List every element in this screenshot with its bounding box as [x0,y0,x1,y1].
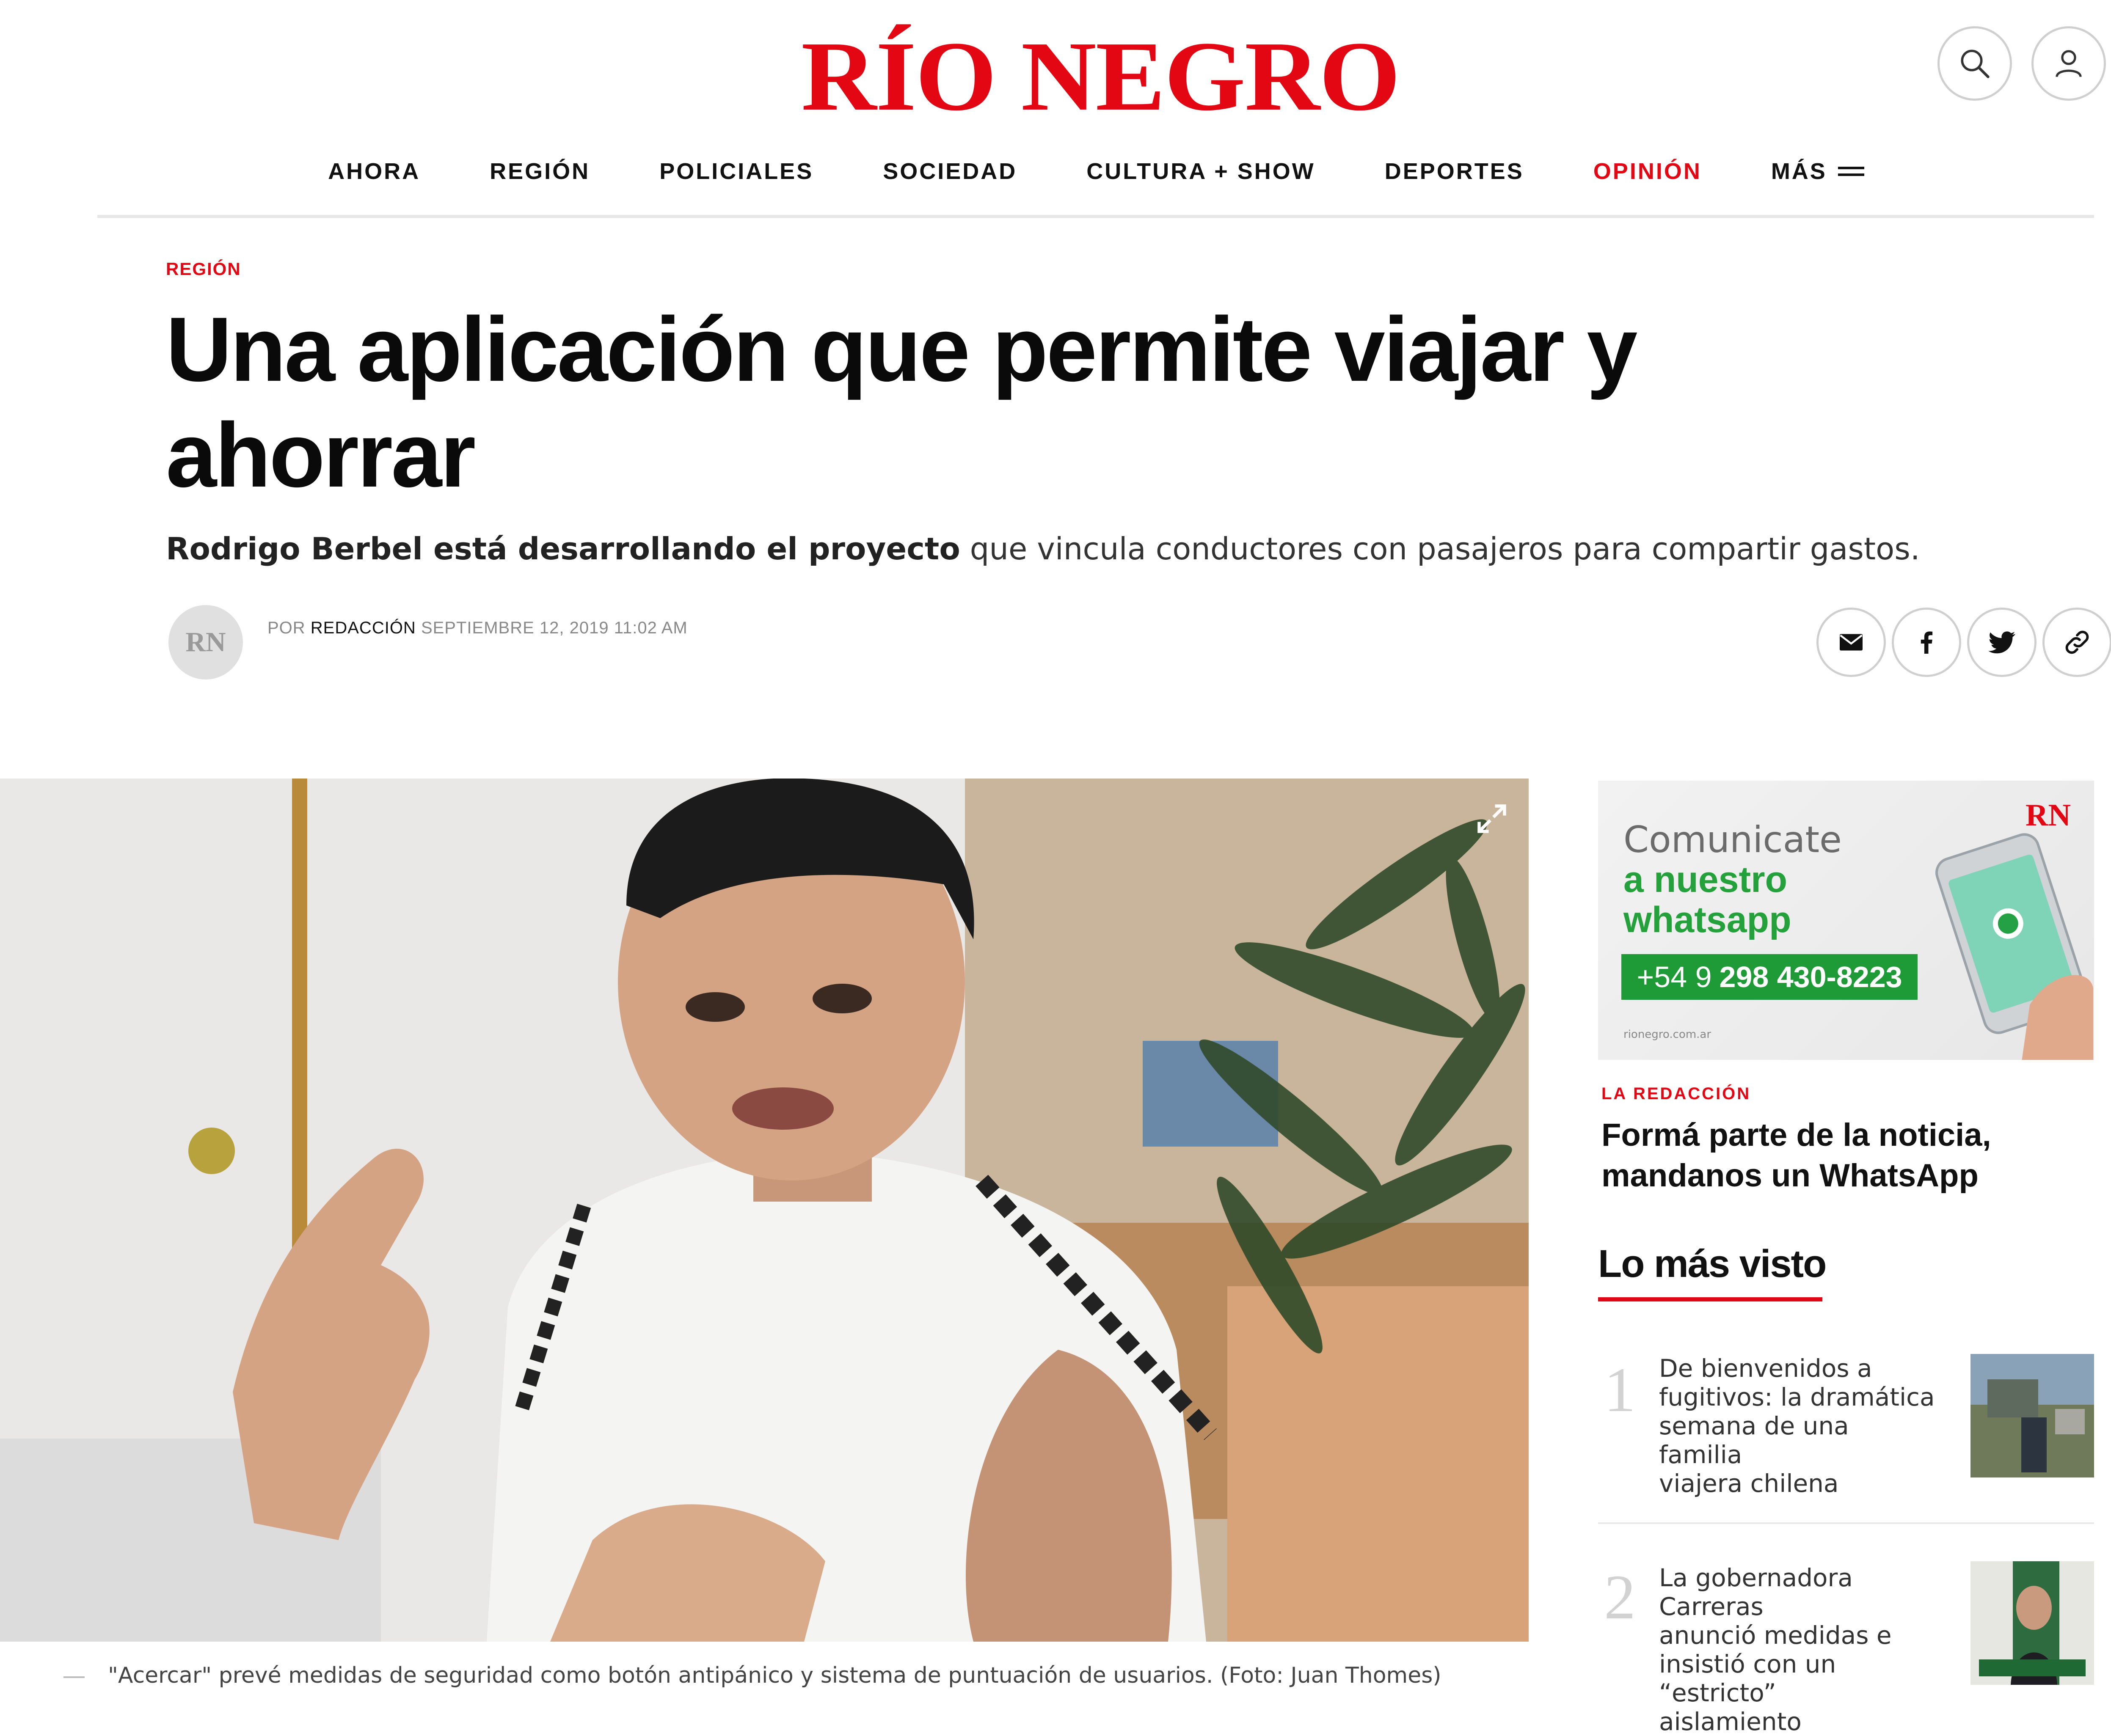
nav-item-mas-label: MÁS [1771,159,1827,184]
publish-date: SEPTIEMBRE 12, 2019 11:02 AM [416,619,688,637]
article-subtitle: Rodrigo Berbel está desarrollando el pro… [166,531,1986,567]
most-viewed-1-line1: De bienvenidos a [1659,1354,1872,1383]
nav-item-deportes[interactable]: DEPORTES [1350,158,1559,184]
subtitle-rest: que vincula conductores con pasajeros pa… [960,531,1920,567]
nav-item-policiales[interactable]: POLICIALES [625,158,848,184]
main-nav: AHORA REGIÓN POLICIALES SOCIEDAD CULTURA… [97,146,2095,197]
most-viewed-rank: 1 [1604,1355,1636,1425]
most-viewed-thumbnail[interactable] [1970,1354,2094,1477]
nav-item-mas[interactable]: MÁS [1736,158,1899,184]
search-button[interactable] [1937,26,2012,101]
share-twitter-button[interactable] [1967,608,2037,677]
ad-line2: a nuestro [1623,859,1788,900]
ad-phone-main: 298 430-8223 [1719,960,1902,993]
nav-item-cultura-show[interactable]: CULTURA + SHOW [1052,158,1350,184]
image-caption: "Acercar" prevé medidas de seguridad com… [108,1663,1441,1688]
promo-headline-line2: mandanos un WhatsApp [1601,1158,1979,1194]
most-viewed-2-line1: La gobernadora Carreras [1659,1563,1853,1621]
most-viewed-underline [1598,1297,1822,1301]
subtitle-bold: Rodrigo Berbel está desarrollando el pro… [166,531,960,567]
ad-phone-prefix: +54 9 [1637,960,1712,993]
whatsapp-ad-banner[interactable]: Comunicate a nuestro whatsapp +54 9 298 4… [1598,781,2094,1060]
mail-icon [1840,634,1863,651]
hero-photo [0,779,1529,1642]
header-divider [97,215,2094,218]
most-viewed-2-line3: insistió con un “estricto” [1659,1650,1836,1707]
nav-item-ahora[interactable]: AHORA [293,158,455,184]
nav-item-region[interactable]: REGIÓN [455,158,625,184]
caption-dash [63,1676,85,1678]
promo-headline-line1: Formá parte de la noticia, [1601,1117,1991,1153]
byline: POR REDACCIÓN SEPTIEMBRE 12, 2019 11:02 … [267,619,688,638]
site-logo[interactable]: RÍO NEGRO [789,17,1411,135]
author-link[interactable]: REDACCIÓN [311,619,416,637]
share-email-button[interactable] [1816,608,1886,677]
most-viewed-1-line3: semana de una familia [1659,1411,1849,1469]
promo-headline[interactable]: Formá parte de la noticia, mandanos un W… [1601,1115,2092,1196]
link-icon [2065,630,2089,654]
article-title: Una aplicación que permite viajar y ahor… [166,296,1689,508]
most-viewed-rank: 2 [1604,1562,1636,1632]
most-viewed-2-line4: aislamiento [1659,1707,1802,1736]
section-label[interactable]: REGIÓN [166,259,241,279]
ad-url: rionegro.com.ar [1623,1028,1711,1041]
search-icon [1961,50,1990,78]
byline-prefix: POR [267,619,311,637]
most-viewed-thumbnail[interactable] [1970,1561,2094,1685]
account-button[interactable] [2031,26,2106,101]
ad-line3: whatsapp [1623,900,1791,940]
hamburger-icon [1838,167,1864,176]
most-viewed-1-line2: fugitivos: la dramática [1659,1383,1935,1411]
nav-item-opinion[interactable]: OPINIÓN [1559,158,1736,184]
user-icon [2056,50,2082,77]
article-title-line1: Una aplicación que permite viajar y [166,298,1637,400]
author-avatar: RN [168,605,243,680]
share-facebook-button[interactable] [1892,608,1961,677]
promo-label: LA REDACCIÓN [1601,1084,1751,1103]
phone-hand-illustration [1935,833,2093,1060]
most-viewed-item-1[interactable]: De bienvenidos a fugitivos: la dramática… [1659,1354,1938,1498]
ad-phone-number: +54 9 298 430-8223 [1621,954,1918,1000]
facebook-icon [1921,631,1933,654]
most-viewed-title: Lo más visto [1598,1242,1827,1285]
most-viewed-item-2[interactable]: La gobernadora Carreras anunció medidas … [1659,1563,1938,1736]
most-viewed-2-line2: anunció medidas e [1659,1621,1892,1650]
article-hero-image[interactable] [0,779,1529,1642]
nav-item-sociedad[interactable]: SOCIEDAD [848,158,1052,184]
most-viewed-separator [1598,1522,2094,1524]
share-link-button[interactable] [2042,608,2111,677]
thumb-photo-road [1970,1354,2094,1477]
thumb-photo-governor [1970,1561,2094,1685]
ad-line1: Comunicate [1623,819,1842,861]
twitter-icon [1988,631,2015,654]
expand-icon[interactable] [1473,800,1511,838]
article-title-line2: ahorrar [166,404,476,506]
most-viewed-1-line4: viajera chilena [1659,1469,1839,1498]
